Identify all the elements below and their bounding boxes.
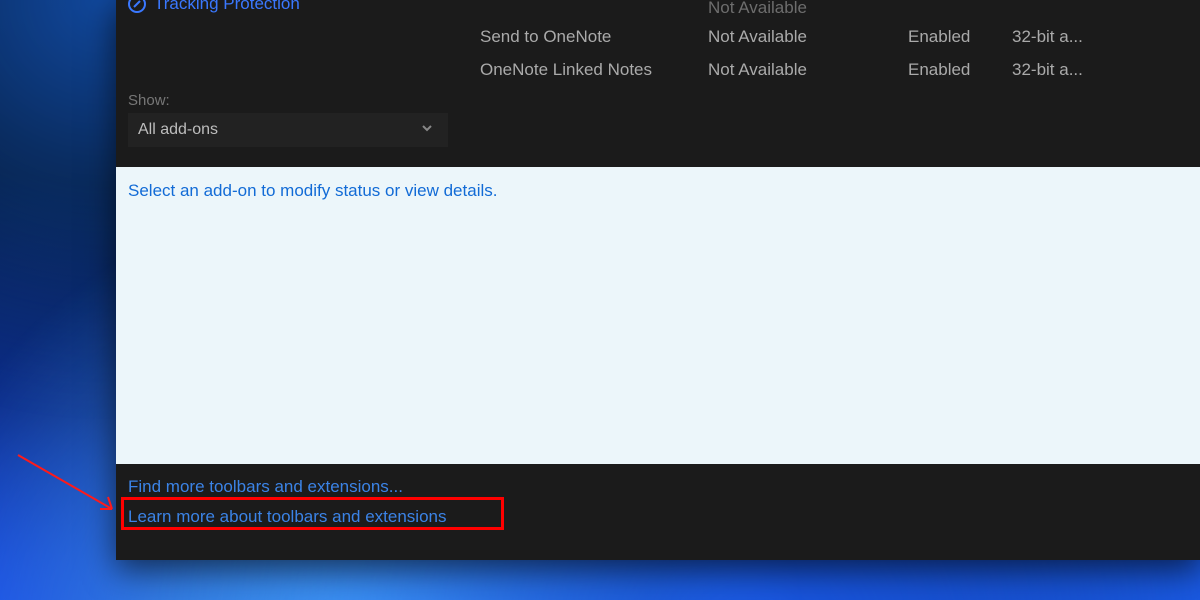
addons-table: Not Available Send to OneNote Not Availa… — [446, 0, 1200, 167]
cell-name: OneNote Linked Notes — [446, 60, 708, 80]
cell-architecture: 32-bit a... — [1012, 27, 1200, 47]
sidebar-item-label: Tracking Protection — [154, 0, 300, 14]
cell-name: Send to OneNote — [446, 27, 708, 47]
show-filter-dropdown[interactable]: All add-ons — [128, 113, 448, 147]
do-not-track-icon — [128, 0, 146, 13]
footer: Find more toolbars and extensions... Lea… — [116, 464, 1200, 560]
cell-status: Enabled — [908, 27, 1012, 47]
table-row[interactable]: Not Available — [446, 0, 1200, 20]
cell-publisher: Not Available — [708, 60, 908, 80]
addons-manager-window: Tracking Protection Show: All add-ons No… — [116, 0, 1200, 560]
show-filter-value: All add-ons — [138, 121, 218, 139]
sidebar-item-tracking-protection[interactable]: Tracking Protection — [128, 0, 436, 14]
find-more-link[interactable]: Find more toolbars and extensions... — [128, 472, 1200, 502]
sidebar: Tracking Protection Show: All add-ons — [116, 0, 446, 167]
cell-publisher: Not Available — [708, 27, 908, 47]
table-row[interactable]: Send to OneNote Not Available Enabled 32… — [446, 20, 1200, 53]
details-prompt: Select an add-on to modify status or vie… — [128, 181, 497, 200]
table-row[interactable]: OneNote Linked Notes Not Available Enabl… — [446, 53, 1200, 86]
show-filter-label: Show: — [128, 92, 436, 109]
learn-more-link[interactable]: Learn more about toolbars and extensions — [128, 502, 1200, 532]
chevron-down-icon — [420, 121, 434, 140]
cell-publisher: Not Available — [708, 0, 908, 18]
cell-architecture: 32-bit a... — [1012, 60, 1200, 80]
cell-status: Enabled — [908, 60, 1012, 80]
